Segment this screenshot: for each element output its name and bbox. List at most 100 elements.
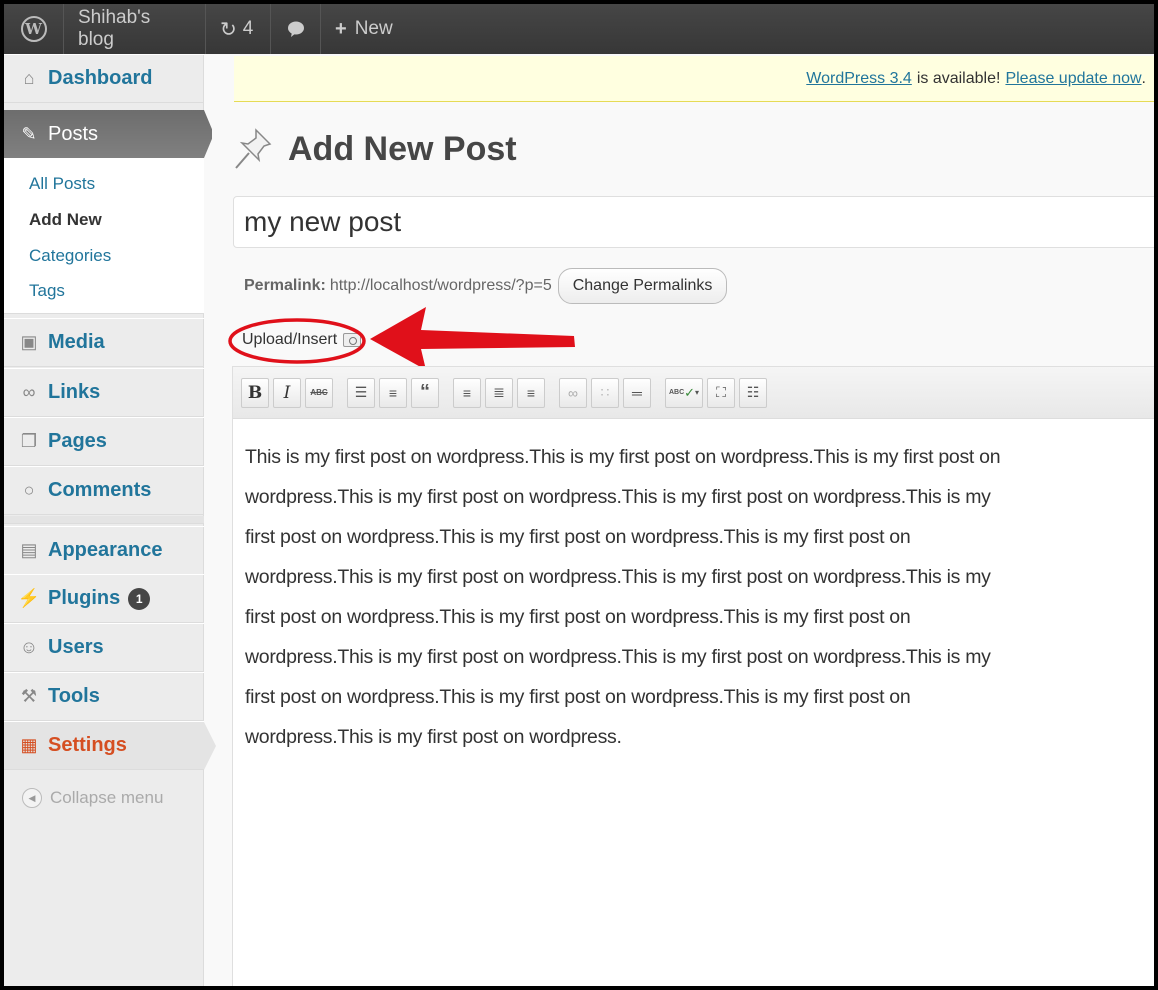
unlink-button[interactable]: ∷ (591, 377, 619, 408)
collapse-menu-label: Collapse menu (50, 788, 164, 807)
annotation-arrow (370, 307, 575, 370)
menu-settings-label: Settings (48, 734, 127, 756)
menu-plugins[interactable]: ⚡ Plugins 1 (4, 574, 204, 623)
menu-users-label: Users (48, 636, 104, 658)
submenu-all-posts[interactable]: All Posts (29, 174, 95, 194)
plus-icon: + (335, 17, 347, 40)
bullet-list-button[interactable]: ☰ (347, 377, 375, 408)
home-icon: ⌂ (23, 68, 35, 88)
site-name-link[interactable]: Shihab's blog (64, 4, 206, 54)
menu-media-label: Media (48, 331, 105, 353)
insert-link-button[interactable]: ∞ (559, 377, 587, 408)
align-right-button[interactable]: ≡ (517, 377, 545, 408)
menu-separator (4, 516, 204, 524)
chevron-down-icon: ▾ (695, 388, 700, 397)
updates-link[interactable]: ↻ 4 (206, 4, 271, 54)
menu-appearance-label: Appearance (48, 539, 163, 561)
comment-bubble-icon (287, 21, 304, 37)
comments-link[interactable] (271, 4, 321, 54)
checkmark-icon: ✓ (684, 384, 696, 400)
pushpin-icon: ✎ (21, 123, 37, 144)
posts-submenu: All Posts Add New Categories Tags (4, 158, 204, 314)
editor-content[interactable]: This is my first post on wordpress.This … (233, 419, 1013, 775)
menu-settings[interactable]: ▦ Settings (4, 721, 216, 770)
menu-links-label: Links (48, 381, 101, 403)
strikethrough-label: ABC (310, 388, 328, 397)
spellcheck-button[interactable]: ABC ✓ ▾ (665, 377, 703, 408)
menu-posts-label: Posts (48, 122, 99, 145)
pages-icon: ❐ (20, 431, 38, 451)
menu-tools-label: Tools (48, 685, 100, 707)
upload-insert-link[interactable]: Upload/Insert (242, 331, 362, 349)
submenu-categories[interactable]: Categories (29, 246, 111, 266)
bullet-list-icon: ☰ (354, 384, 368, 400)
fullscreen-button[interactable]: ⛶ (707, 377, 735, 408)
menu-tools[interactable]: ⚒ Tools (4, 672, 204, 721)
notice-period: . (1141, 69, 1146, 87)
align-right-icon: ≡ (526, 384, 536, 401)
strikethrough-button[interactable]: ABC (305, 377, 333, 408)
new-label: New (354, 18, 393, 39)
pushpin-icon (235, 128, 272, 169)
screenshot-frame: W Shihab's blog ↻ 4 + New ⌂ Dashboard ✎ … (0, 0, 1158, 990)
kitchen-sink-button[interactable]: ☷ (739, 377, 767, 408)
menu-pages-label: Pages (48, 430, 107, 452)
more-tag-button[interactable]: ═ (623, 377, 651, 408)
blockquote-button[interactable]: “ (411, 377, 439, 408)
align-left-button[interactable]: ≡ (453, 377, 481, 408)
settings-icon: ▦ (20, 735, 38, 755)
submenu-tags[interactable]: Tags (29, 281, 65, 301)
link-icon: ∞ (22, 382, 36, 402)
notice-text: is available! (916, 69, 1001, 87)
link-icon: ∞ (568, 384, 578, 401)
media-icon: ▣ (20, 332, 38, 352)
menu-links[interactable]: ∞ Links (4, 368, 204, 417)
menu-plugins-label: Plugins (48, 587, 121, 609)
menu-posts[interactable]: ✎ Posts (4, 110, 212, 158)
refresh-icon: ↻ (220, 18, 237, 41)
camera-icon (343, 333, 362, 347)
wordpress-version-link[interactable]: WordPress 3.4 (806, 70, 912, 88)
menu-comments[interactable]: ○ Comments (4, 466, 204, 515)
upload-insert-label: Upload/Insert (242, 331, 338, 348)
kitchen-sink-icon: ☷ (746, 384, 760, 400)
collapse-arrow-icon: ◀ (22, 788, 42, 808)
fullscreen-icon: ⛶ (716, 384, 726, 400)
permalink-row: Permalink: http://localhost/wordpress/?p… (244, 268, 728, 304)
comments-icon: ○ (23, 480, 35, 500)
menu-users[interactable]: ☺ Users (4, 623, 204, 672)
italic-button[interactable]: I (273, 377, 301, 408)
appearance-icon: ▤ (20, 540, 38, 560)
menu-pages[interactable]: ❐ Pages (4, 417, 204, 466)
submenu-add-new[interactable]: Add New (29, 210, 102, 230)
menu-media[interactable]: ▣ Media (4, 318, 204, 367)
post-title-input[interactable] (233, 196, 1154, 248)
numbered-list-button[interactable]: ≡ (379, 377, 407, 408)
align-center-button[interactable]: ≣ (485, 377, 513, 408)
admin-bar: W Shihab's blog ↻ 4 + New (4, 4, 1154, 54)
align-left-icon: ≡ (462, 384, 472, 401)
collapse-menu-button[interactable]: ◀ Collapse menu (22, 788, 163, 808)
menu-dashboard[interactable]: ⌂ Dashboard (4, 54, 204, 103)
editor-toolbar: B I ABC ☰ ≡ “ ≡ ≣ ≡ ∞ ∷ ═ ABC ✓ ▾ ⛶ ☷ (233, 367, 1154, 419)
menu-dashboard-label: Dashboard (48, 67, 153, 89)
permalink-label: Permalink: (244, 277, 326, 294)
page-header: Add New Post (232, 126, 517, 172)
users-icon: ☺ (19, 637, 39, 657)
change-permalinks-button[interactable]: Change Permalinks (557, 268, 728, 304)
update-now-link[interactable]: Please update now (1005, 70, 1141, 88)
menu-comments-label: Comments (48, 479, 152, 501)
new-content-link[interactable]: + New (321, 4, 407, 54)
bold-button[interactable]: B (241, 377, 269, 408)
updates-count: 4 (242, 18, 254, 39)
update-notice: WordPress 3.4 is available! Please updat… (234, 56, 1154, 102)
plugins-update-badge: 1 (128, 587, 151, 610)
wordpress-logo-icon: W (20, 16, 47, 42)
blockquote-icon: “ (420, 381, 430, 403)
wordpress-logo-menu[interactable]: W (4, 4, 64, 54)
unlink-icon: ∷ (600, 384, 610, 400)
admin-sidebar: ⌂ Dashboard ✎ Posts All Posts Add New Ca… (4, 54, 216, 986)
permalink-url: http://localhost/wordpress/?p=5 (329, 277, 552, 294)
menu-appearance[interactable]: ▤ Appearance (4, 526, 204, 575)
plug-icon: ⚡ (17, 588, 41, 608)
